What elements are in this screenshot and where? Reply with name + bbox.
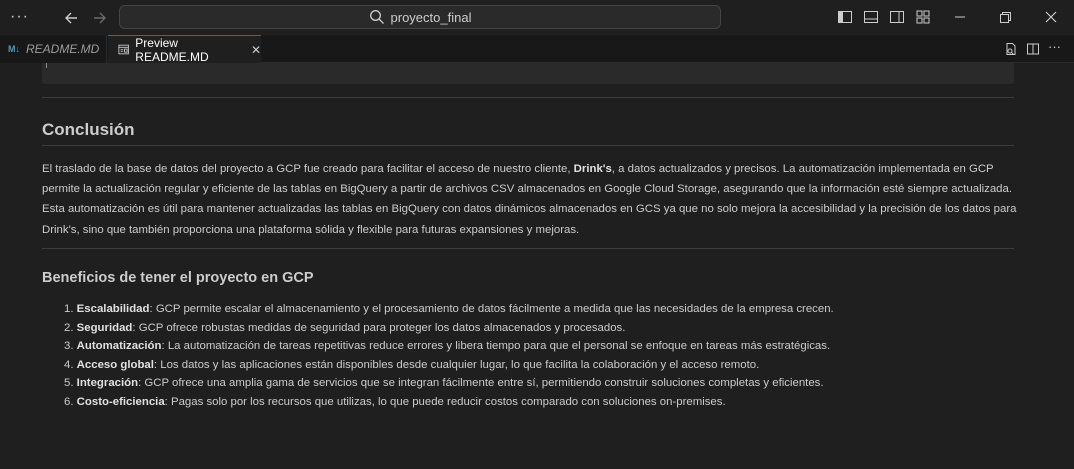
close-tab-icon[interactable]: ✕ bbox=[251, 43, 261, 57]
search-text: proyecto_final bbox=[390, 9, 472, 25]
title-bar: ··· proyecto_final bbox=[0, 0, 1074, 35]
editor-tab-bar: M↓ README.MD Preview README.MD ✕ ··· bbox=[0, 35, 1074, 64]
list-item: 1. Escalabilidad: GCP permite escalar el… bbox=[64, 303, 834, 315]
paragraph-text: El traslado de la base de datos del proy… bbox=[42, 163, 574, 175]
toggle-primary-sidebar-icon[interactable] bbox=[837, 9, 853, 25]
tab-label: README.MD bbox=[26, 42, 100, 56]
markdown-icon: M↓ bbox=[8, 44, 20, 54]
forward-arrow-icon[interactable] bbox=[89, 8, 109, 28]
list-item: 6. Costo-eficiencia: Pagas solo por los … bbox=[64, 395, 726, 408]
benefits-list: 1. Escalabilidad: GCP permite escalar el… bbox=[64, 300, 834, 412]
minimize-icon[interactable] bbox=[952, 9, 968, 25]
list-item: 5. Integración: GCP ofrece una amplia ga… bbox=[64, 377, 824, 390]
command-center-search[interactable]: proyecto_final bbox=[119, 5, 721, 29]
list-item: 3. Automatización: La automatización de … bbox=[64, 340, 831, 353]
tab-readme[interactable]: M↓ README.MD bbox=[0, 35, 107, 63]
horizontal-rule bbox=[42, 97, 1014, 98]
horizontal-rule bbox=[42, 248, 1014, 249]
close-window-icon[interactable] bbox=[1043, 9, 1059, 25]
toggle-secondary-sidebar-icon[interactable] bbox=[889, 9, 905, 25]
conclusion-paragraph: El traslado de la base de datos del proy… bbox=[42, 159, 1017, 240]
subsection-heading: Beneficios de tener el proyecto en GCP bbox=[42, 270, 314, 286]
customize-layout-icon[interactable] bbox=[915, 9, 931, 25]
tab-preview-readme[interactable]: Preview README.MD ✕ bbox=[108, 35, 261, 64]
open-source-icon[interactable] bbox=[1004, 42, 1018, 56]
markdown-preview[interactable]: Conclusión El traslado de la base de dat… bbox=[0, 63, 1074, 469]
search-icon bbox=[369, 10, 384, 24]
tab-label: Preview README.MD bbox=[135, 35, 209, 64]
code-cursor bbox=[46, 63, 47, 68]
split-editor-icon[interactable] bbox=[1026, 42, 1040, 56]
list-item: 4. Acceso global: Los datos y las aplica… bbox=[64, 358, 760, 371]
heading-underline bbox=[42, 145, 1014, 146]
section-heading: Conclusión bbox=[42, 120, 135, 139]
list-item: 2. Seguridad: GCP ofrece robustas medida… bbox=[64, 321, 626, 334]
back-arrow-icon[interactable] bbox=[62, 8, 82, 28]
toggle-panel-icon[interactable] bbox=[863, 9, 879, 25]
code-block bbox=[42, 63, 1014, 84]
more-menu-icon[interactable]: ··· bbox=[10, 8, 28, 26]
restore-icon[interactable] bbox=[997, 9, 1013, 25]
client-name: Drink's bbox=[573, 163, 612, 175]
preview-icon bbox=[118, 44, 129, 55]
more-actions-icon[interactable]: ··· bbox=[1048, 39, 1064, 55]
